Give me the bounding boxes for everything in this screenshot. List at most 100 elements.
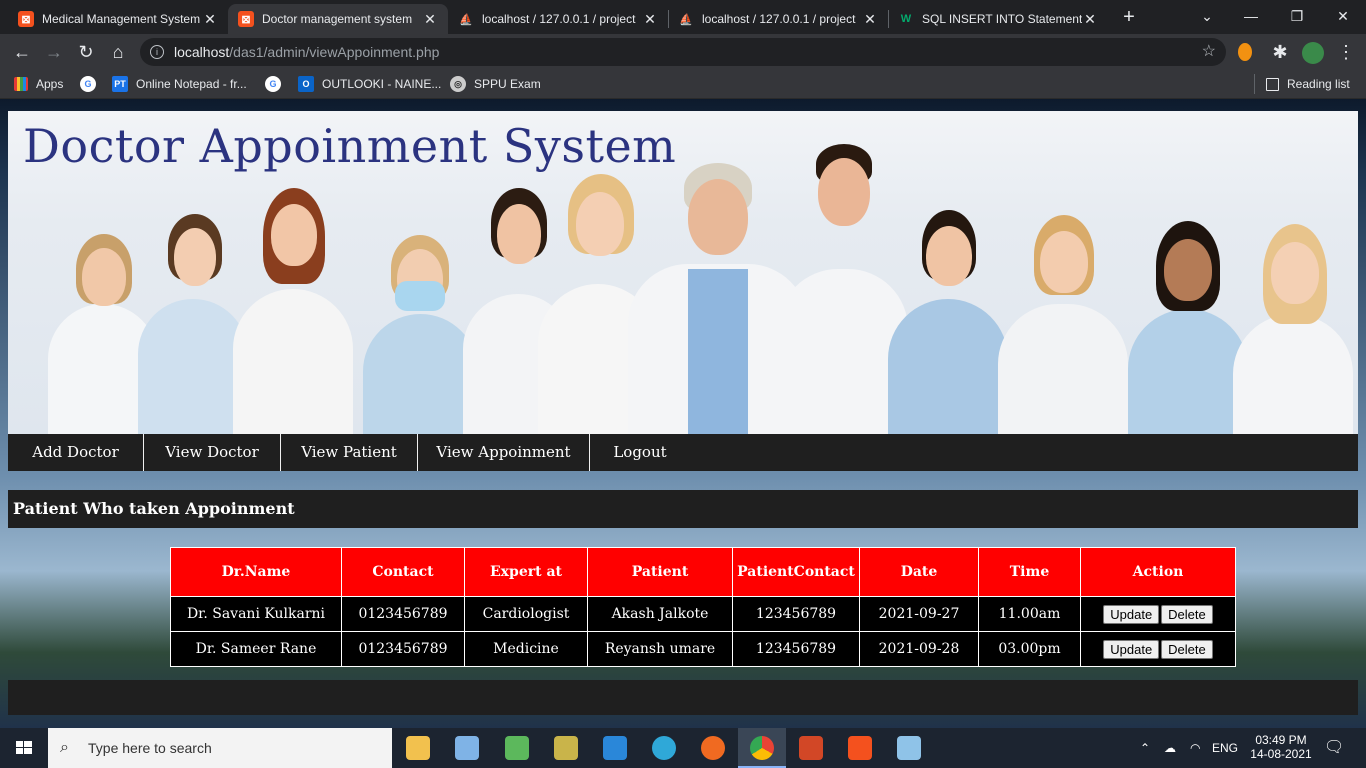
tab-phpmyadmin-2[interactable]: ⛵ localhost / 127.0.0.1 / project ✕ <box>668 4 888 34</box>
tab-title: SQL INSERT INTO Statement <box>922 12 1082 26</box>
nav-view-doctor[interactable]: View Doctor <box>144 434 281 471</box>
notifications-icon[interactable]: 🗨 <box>1324 728 1344 768</box>
taskbar-search[interactable]: ⌕ Type here to search <box>48 728 392 768</box>
table-row: Dr. Sameer Rane 0123456789 Medicine Reya… <box>170 631 1236 667</box>
browser-tabstrip: ⊠ Medical Management System ✕ ⊠ Doctor m… <box>0 0 1366 34</box>
show-hidden-icons[interactable]: ⌃ <box>1140 728 1150 768</box>
apps-grid-icon <box>14 77 28 91</box>
clock-time: 03:49 PM <box>1255 733 1307 747</box>
forward-icon[interactable]: → <box>42 40 66 64</box>
w3schools-icon: W <box>900 13 912 25</box>
search-icon: ⌕ <box>60 739 69 756</box>
doctor-figure <box>233 184 353 434</box>
reading-list-button[interactable]: Reading list <box>1266 70 1350 98</box>
column-header: PatientContact <box>732 547 860 597</box>
close-icon[interactable]: ✕ <box>862 11 878 28</box>
column-header: Time <box>978 547 1081 597</box>
home-icon[interactable]: ⌂ <box>106 40 130 64</box>
bookmark-label: Apps <box>36 77 64 91</box>
address-bar[interactable]: i localhost/das1/admin/viewAppoinment.ph… <box>140 38 1226 66</box>
doctor-figure <box>138 204 248 434</box>
cell-action: Update Delete <box>1080 631 1236 667</box>
tab-medical-management[interactable]: ⊠ Medical Management System ✕ <box>8 4 228 34</box>
nav-logout[interactable]: Logout <box>590 434 690 471</box>
doctor-figure <box>1128 219 1248 434</box>
minimize-button[interactable]: — <box>1228 0 1274 32</box>
section-title: Patient Who taken Appoinment <box>8 490 1358 528</box>
close-icon[interactable]: ✕ <box>422 11 438 28</box>
edge-icon[interactable] <box>652 736 676 760</box>
page-content: Doctor Appoinment System Add Doctor View… <box>0 99 1366 728</box>
nav-view-appoinment[interactable]: View Appoinment <box>418 434 590 471</box>
bookmark-apps[interactable]: Apps <box>14 70 63 98</box>
extensions-puzzle-icon[interactable]: ✱ <box>1268 40 1292 64</box>
tab-phpmyadmin-1[interactable]: ⛵ localhost / 127.0.0.1 / project ✕ <box>448 4 668 34</box>
cloud-icon[interactable]: ☁ <box>1164 728 1176 768</box>
app-icon[interactable] <box>897 736 921 760</box>
bookmark-label: Online Notepad - fr... <box>136 77 247 91</box>
appointments-table: Dr.Name Contact Expert at Patient Patien… <box>170 547 1236 667</box>
header-banner: Doctor Appoinment System <box>8 111 1358 434</box>
file-explorer-icon[interactable] <box>406 736 430 760</box>
powerpoint-icon[interactable] <box>799 736 823 760</box>
main-nav: Add Doctor View Doctor View Patient View… <box>8 434 1358 471</box>
cell-action: Update Delete <box>1080 596 1236 632</box>
doctor-figure <box>363 219 478 434</box>
sppu-icon: ◎ <box>450 76 466 92</box>
update-button[interactable]: Update <box>1103 604 1160 624</box>
delete-button[interactable]: Delete <box>1161 604 1213 624</box>
cell-patient: Akash Jalkote <box>587 596 733 632</box>
tab-doctor-management[interactable]: ⊠ Doctor management system ✕ <box>228 4 448 34</box>
bookmark-google-2[interactable]: G <box>265 70 289 98</box>
restore-button[interactable]: ❐ <box>1274 0 1320 32</box>
nav-add-doctor[interactable]: Add Doctor <box>8 434 144 471</box>
delete-button[interactable]: Delete <box>1161 639 1213 659</box>
back-icon[interactable]: ← <box>10 40 34 64</box>
cell-expert-at: Medicine <box>464 631 588 667</box>
close-icon[interactable]: ✕ <box>1082 11 1098 28</box>
chrome-icon[interactable] <box>750 736 774 760</box>
start-button[interactable] <box>0 728 48 768</box>
xampp-icon: ⊠ <box>238 11 254 27</box>
bookmark-sppu[interactable]: ◎ SPPU Exam <box>450 70 541 98</box>
close-icon[interactable]: ✕ <box>642 11 658 28</box>
bookmark-outlook[interactable]: O OUTLOOKI - NAINE... <box>298 70 441 98</box>
reload-icon[interactable]: ↻ <box>74 40 98 64</box>
reading-list-label: Reading list <box>1287 77 1350 91</box>
clock[interactable]: 03:49 PM 14-08-2021 <box>1250 728 1312 768</box>
bookmark-label: OUTLOOKI - NAINE... <box>322 77 442 91</box>
phpmyadmin-icon: ⛵ <box>679 13 693 26</box>
outlook-icon: O <box>298 76 314 92</box>
tab-search-icon[interactable]: ⌄ <box>1184 0 1230 32</box>
window-close-button[interactable]: ✕ <box>1320 0 1366 32</box>
bookmark-online-notepad[interactable]: PT Online Notepad - fr... <box>112 70 247 98</box>
nodejs-icon[interactable] <box>505 736 529 760</box>
xampp-icon[interactable] <box>848 736 872 760</box>
vscode-icon[interactable] <box>603 736 627 760</box>
new-tab-button[interactable]: + <box>1118 6 1140 28</box>
column-header: Contact <box>341 547 465 597</box>
close-icon[interactable]: ✕ <box>202 11 218 28</box>
search-placeholder: Type here to search <box>88 740 212 756</box>
bookmark-google[interactable]: G <box>80 70 104 98</box>
firefox-icon[interactable] <box>701 736 725 760</box>
virtualbox-icon[interactable] <box>455 736 479 760</box>
nav-view-patient[interactable]: View Patient <box>281 434 418 471</box>
google-icon: G <box>80 76 96 92</box>
tab-w3schools[interactable]: W SQL INSERT INTO Statement ✕ <box>888 4 1108 34</box>
reading-list-icon <box>1266 77 1279 91</box>
cell-time: 11.00am <box>978 596 1081 632</box>
tab-title: localhost / 127.0.0.1 / project <box>702 12 856 26</box>
cell-dr-name: Dr. Savani Kulkarni <box>170 596 342 632</box>
profile-avatar[interactable] <box>1302 42 1324 64</box>
language-indicator[interactable]: ENG <box>1212 728 1238 768</box>
update-button[interactable]: Update <box>1103 639 1160 659</box>
menu-kebab-icon[interactable]: ⋮ <box>1334 40 1358 64</box>
column-header: Patient <box>587 547 733 597</box>
site-info-icon[interactable]: i <box>150 45 164 59</box>
app-icon[interactable] <box>554 736 578 760</box>
bookmark-star-icon[interactable]: ☆ <box>1202 38 1216 66</box>
google-icon: G <box>265 76 281 92</box>
wifi-icon[interactable]: ◠ <box>1190 728 1200 768</box>
extension-icon[interactable] <box>1238 43 1252 61</box>
